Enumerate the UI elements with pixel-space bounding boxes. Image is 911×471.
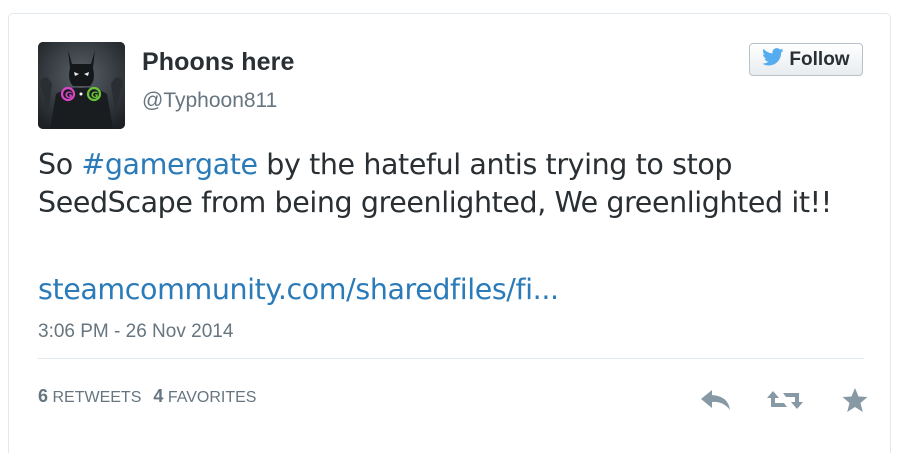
batman-avatar-image: G G	[38, 42, 125, 129]
star-icon[interactable]	[841, 387, 869, 418]
retweets-count: 6	[38, 386, 49, 406]
tweet-actions	[699, 387, 869, 415]
user-display-name[interactable]: Phoons here	[142, 48, 295, 77]
svg-text:G: G	[91, 91, 98, 101]
twitter-bird-icon	[762, 48, 784, 71]
retweets-stat[interactable]: 6 RETWEETS	[38, 386, 141, 407]
hashtag-link[interactable]: #gamergate	[81, 148, 258, 181]
svg-text:G: G	[65, 91, 72, 101]
tweet-timestamp[interactable]: 3:06 PM - 26 Nov 2014	[38, 321, 233, 343]
favorites-stat[interactable]: 4 FAVORITES	[153, 386, 256, 407]
favorites-label: FAVORITES	[167, 389, 257, 406]
tweet-url-link[interactable]: steamcommunity.com/sharedfiles/fi...	[38, 273, 559, 306]
retweets-label: RETWEETS	[52, 389, 142, 406]
follow-label: Follow	[789, 48, 850, 70]
reply-icon[interactable]	[699, 387, 733, 418]
avatar[interactable]: G G	[38, 42, 125, 129]
retweet-icon[interactable]	[765, 387, 805, 418]
tweet-stats: 6 RETWEETS 4 FAVORITES	[38, 386, 256, 407]
follow-button[interactable]: Follow	[749, 43, 863, 76]
favorites-count: 4	[153, 386, 164, 406]
tweet-text-prefix: So	[38, 148, 82, 181]
divider	[38, 358, 864, 359]
user-handle[interactable]: @Typhoon811	[142, 89, 277, 113]
tweet-text: So #gamergate by the hateful antis tryin…	[38, 146, 868, 222]
tweet-card: G G Phoons here @Typhoon811 Follow So #g…	[8, 13, 891, 453]
